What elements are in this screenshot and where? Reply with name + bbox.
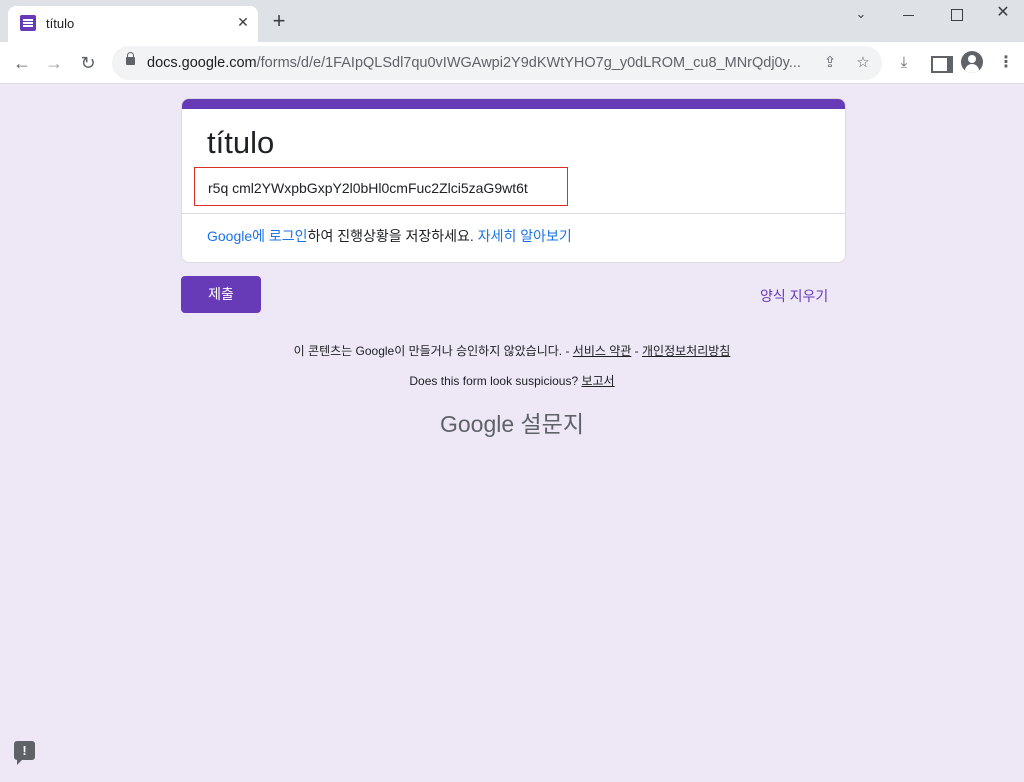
menu-icon[interactable]: ⋮ <box>996 53 1016 73</box>
reload-icon[interactable]: ↻ <box>76 51 100 75</box>
signin-text: 하여 진행상황을 저장하세요. <box>307 228 478 244</box>
clear-form-button[interactable]: 양식 지우기 <box>760 286 828 306</box>
share-icon[interactable]: ⇪ <box>820 53 840 73</box>
tab-close-icon[interactable]: ✕ <box>234 14 252 31</box>
feedback-icon[interactable]: ! <box>14 741 35 765</box>
new-tab-button[interactable]: + <box>268 10 290 32</box>
minimize-button[interactable] <box>886 4 932 34</box>
back-arrow-icon[interactable]: ← <box>10 51 34 75</box>
submit-button[interactable]: 제출 <box>181 276 261 313</box>
learn-more-link[interactable]: 자세히 알아보기 <box>478 228 572 244</box>
card-divider <box>182 213 845 214</box>
tab-bar: título ✕ + ⌄ ✕ <box>0 0 1024 42</box>
side-panel-icon[interactable] <box>928 53 953 73</box>
privacy-link[interactable]: 개인정보처리방침 <box>642 344 730 358</box>
suspicious-line: Does this form look suspicious? 보고서 <box>0 372 1024 389</box>
suspicious-text: Does this form look suspicious? <box>409 374 582 388</box>
disclaimer-separator: - <box>631 344 642 358</box>
report-link[interactable]: 보고서 <box>581 374 614 388</box>
profile-icon[interactable] <box>961 51 983 73</box>
tab-search-chevron-icon[interactable]: ⌄ <box>838 6 884 36</box>
login-link[interactable]: 에 로그인 <box>252 228 307 244</box>
maximize-button[interactable] <box>933 4 979 34</box>
form-title: título <box>207 125 275 160</box>
url-host: docs.google.com <box>147 55 257 71</box>
form-header-card: título r5q cml2YWxpbGxpY2l0bHl0cmFuc2Zlc… <box>181 98 846 263</box>
address-bar[interactable]: docs.google.com/forms/d/e/1FAIpQLSdl7qu0… <box>112 46 882 80</box>
google-forms-logo[interactable]: Google 설문지 <box>0 405 1024 439</box>
download-icon[interactable]: ⤓ <box>894 53 914 73</box>
form-description: r5q cml2YWxpbGxpY2l0bHl0cmFuc2Zlci5zaG9w… <box>208 180 528 196</box>
window-close-button[interactable]: ✕ <box>980 2 1024 32</box>
browser-tab[interactable]: título ✕ <box>8 6 258 42</box>
url-path: /forms/d/e/1FAIpQLSdl7qu0vIWGAwpi2Y9dKWt… <box>256 55 801 71</box>
disclaimer-text: 이 콘텐츠는 Google이 만들거나 승인하지 않았습니다. - <box>293 344 573 358</box>
browser-toolbar: ← → ↻ docs.google.com/forms/d/e/1FAIpQLS… <box>0 42 1024 84</box>
signin-prompt: Google에 로그인하여 진행상황을 저장하세요. 자세히 알아보기 <box>207 226 572 246</box>
forward-arrow-icon[interactable]: → <box>42 51 66 75</box>
card-accent-bar <box>182 99 845 109</box>
terms-link[interactable]: 서비스 약관 <box>573 344 632 358</box>
content-disclaimer: 이 콘텐츠는 Google이 만들거나 승인하지 않았습니다. - 서비스 약관… <box>0 342 1024 359</box>
forms-favicon-icon <box>20 15 36 31</box>
url-text[interactable]: docs.google.com/forms/d/e/1FAIpQLSdl7qu0… <box>147 55 812 71</box>
description-highlight-box: r5q cml2YWxpbGxpY2l0bHl0cmFuc2Zlci5zaG9w… <box>194 167 568 206</box>
lock-icon[interactable] <box>126 52 135 65</box>
star-icon[interactable]: ☆ <box>853 53 873 73</box>
tab-title: título <box>46 16 75 31</box>
google-link[interactable]: Google <box>207 228 252 244</box>
